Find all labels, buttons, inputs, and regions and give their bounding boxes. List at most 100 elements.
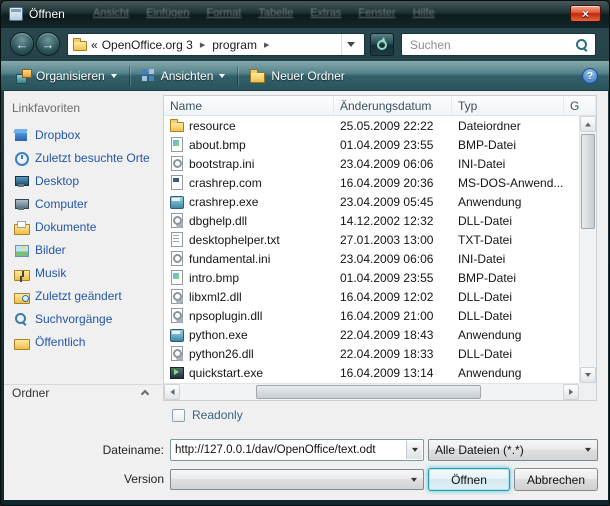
new-folder-label: Neuer Ordner	[271, 69, 344, 83]
search-input[interactable]	[408, 37, 575, 53]
file-date: 23.04.2009 05:45	[334, 195, 452, 209]
sidebar-item-recent-places[interactable]: Zuletzt besuchte Orte	[4, 146, 162, 169]
background-menu-item: Ansicht	[93, 7, 129, 23]
background-menu-item: Format	[207, 7, 242, 23]
refresh-button[interactable]	[370, 33, 394, 56]
file-row[interactable]: python26.dll22.04.2009 18:33DLL-Datei	[164, 344, 579, 363]
breadcrumb-item[interactable]: program	[212, 38, 257, 52]
column-header-type[interactable]: Typ	[452, 96, 564, 115]
dialog-icon	[9, 7, 23, 21]
version-dropdown[interactable]	[170, 469, 424, 490]
help-button[interactable]: ?	[582, 68, 598, 84]
file-list: Name Änderungsdatum Typ G resource 25.05.…	[163, 95, 597, 401]
new-folder-button[interactable]: Neuer Ordner	[241, 65, 353, 87]
sidebar-item-computer[interactable]: Computer	[4, 192, 162, 215]
file-row[interactable]: crashrep.com16.04.2009 20:36MS-DOS-Anwen…	[164, 173, 579, 192]
chevron-right-icon[interactable]	[197, 41, 208, 49]
open-button[interactable]: Öffnen	[428, 468, 510, 491]
file-row[interactable]: libxml2.dll16.04.2009 12:02DLL-Datei	[164, 287, 579, 306]
file-row[interactable]: fundamental.ini23.04.2009 06:06INI-Datei	[164, 249, 579, 268]
titlebar[interactable]: Öffnen AnsichtEinfügenFormatTabelleExtra…	[1, 1, 609, 28]
search-box[interactable]	[401, 33, 596, 56]
sidebar-item-documents[interactable]: Dokumente	[4, 215, 162, 238]
breadcrumb-overflow[interactable]: «	[91, 38, 98, 52]
file-row[interactable]: about.bmp01.04.2009 23:55BMP-Datei	[164, 135, 579, 154]
background-menu-item: Einfügen	[146, 7, 189, 23]
file-date: 01.04.2009 23:55	[334, 271, 452, 285]
forward-button[interactable]: →	[36, 32, 60, 56]
file-row[interactable]: dbghelp.dll14.12.2002 12:32DLL-Datei	[164, 211, 579, 230]
vertical-scrollbar[interactable]	[579, 116, 596, 383]
file-row[interactable]: desktophelper.txt27.01.2003 13:00TXT-Dat…	[164, 230, 579, 249]
file-type: DLL-Datei	[452, 309, 564, 323]
filename-value[interactable]: http://127.0.0.1/dav/OpenOffice/text.odt	[175, 440, 404, 460]
file-type: INI-Datei	[452, 252, 564, 266]
location-folder-icon	[72, 37, 87, 52]
address-bar[interactable]: « OpenOffice.org 3 program	[67, 33, 365, 56]
sidebar-item-searches[interactable]: Suchvorgänge	[4, 307, 162, 330]
searches-icon	[13, 311, 29, 327]
help-icon: ?	[587, 71, 593, 82]
ini-file-icon	[169, 156, 184, 171]
organize-icon	[16, 69, 30, 83]
sidebar-item-desktop[interactable]: Desktop	[4, 169, 162, 192]
horizontal-scroll-thumb[interactable]	[256, 385, 481, 399]
file-row[interactable]: python.exe22.04.2009 18:43Anwendung	[164, 325, 579, 344]
file-type: INI-Datei	[452, 157, 564, 171]
column-header-size[interactable]: G	[564, 96, 596, 115]
organize-button[interactable]: Organisieren	[7, 65, 126, 87]
cancel-button[interactable]: Abbrechen	[514, 468, 598, 491]
file-date: 22.04.2009 18:33	[334, 347, 452, 361]
navigation-bar: ← → « OpenOffice.org 3 program	[1, 28, 609, 61]
file-row[interactable]: npsoplugin.dll16.04.2009 21:00DLL-Datei	[164, 306, 579, 325]
scroll-down-button[interactable]	[580, 367, 596, 383]
sidebar-item-pictures[interactable]: Bilder	[4, 238, 162, 261]
filename-dropdown-button[interactable]	[406, 441, 422, 459]
breadcrumb-item[interactable]: OpenOffice.org 3	[102, 38, 193, 52]
file-type: Anwendung	[452, 195, 564, 209]
file-row[interactable]: bootstrap.ini 23.04.2009 06:06INI-Datei	[164, 154, 579, 173]
scroll-up-button[interactable]	[580, 116, 596, 132]
sidebar-item-music[interactable]: Musik	[4, 261, 162, 284]
file-name: bootstrap.ini	[189, 157, 254, 171]
filetype-dropdown[interactable]: Alle Dateien (*.*)	[428, 439, 598, 461]
file-type: DLL-Datei	[452, 290, 564, 304]
file-name: crashrep.com	[189, 176, 262, 190]
horizontal-scrollbar[interactable]	[164, 383, 579, 400]
file-name: resource	[189, 119, 236, 133]
sidebar-item-label: Computer	[35, 197, 88, 211]
folder-file-icon	[169, 118, 184, 133]
sidebar-item-recent-changed[interactable]: Zuletzt geändert	[4, 284, 162, 307]
back-button[interactable]: ←	[10, 32, 34, 56]
file-row[interactable]: crashrep.exe23.04.2009 05:45Anwendung	[164, 192, 579, 211]
open-file-dialog: Öffnen AnsichtEinfügenFormatTabelleExtra…	[0, 0, 610, 506]
version-label: Version	[4, 469, 164, 490]
column-header-name[interactable]: Name	[164, 96, 334, 115]
sidebar-item-dropbox[interactable]: Dropbox	[4, 123, 162, 146]
readonly-checkbox[interactable]	[172, 409, 185, 422]
bmp-file-icon	[169, 137, 184, 152]
file-row[interactable]: intro.bmp01.04.2009 23:55BMP-Datei	[164, 268, 579, 287]
close-button[interactable]: ×	[570, 5, 601, 22]
folders-expander[interactable]: Ordner	[4, 384, 162, 401]
address-dropdown-button[interactable]	[341, 34, 360, 55]
sidebar-item-public[interactable]: Öffentlich	[4, 330, 162, 353]
sidebar-item-label: Suchvorgänge	[35, 312, 112, 326]
chevron-right-icon[interactable]	[261, 41, 272, 49]
views-button[interactable]: Ansichten	[133, 65, 235, 87]
organize-label: Organisieren	[36, 69, 105, 83]
file-name: python.exe	[189, 328, 248, 342]
file-date: 23.04.2009 06:06	[334, 157, 452, 171]
vertical-scroll-thumb[interactable]	[581, 134, 595, 229]
column-header-date[interactable]: Änderungsdatum	[334, 96, 452, 115]
readonly-option[interactable]: Readonly	[172, 408, 243, 422]
file-date: 25.05.2009 22:22	[334, 119, 452, 133]
file-row[interactable]: resource25.05.2009 22:22Dateiordner	[164, 116, 579, 135]
scroll-left-button[interactable]	[164, 384, 180, 400]
filename-combobox[interactable]: http://127.0.0.1/dav/OpenOffice/text.odt	[170, 439, 424, 461]
sidebar-item-label: Öffentlich	[35, 335, 85, 349]
file-row[interactable]: quickstart.exe16.04.2009 13:14Anwendung	[164, 363, 579, 382]
scroll-right-button[interactable]	[563, 384, 579, 400]
documents-icon	[13, 219, 29, 235]
folders-label: Ordner	[12, 386, 49, 400]
